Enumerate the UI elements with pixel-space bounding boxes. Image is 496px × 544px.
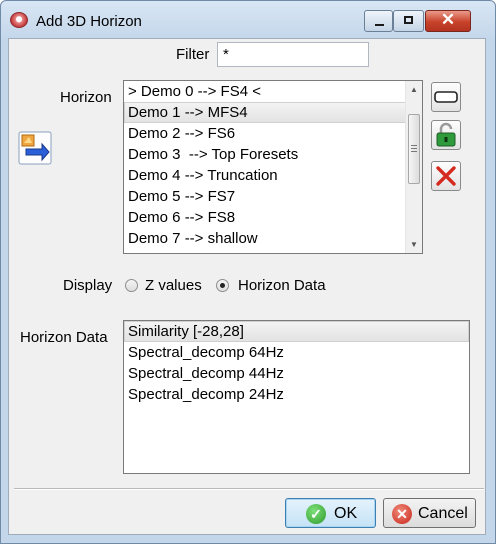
app-logo-icon [10, 12, 28, 28]
green-check-icon: ✓ [306, 504, 326, 524]
close-icon: ✕ [440, 10, 456, 29]
horizon-list-scrollbar[interactable]: ▲ ▼ [405, 81, 422, 253]
display-label: Display [63, 277, 113, 294]
horizon-data-list-item[interactable]: Spectral_decomp 64Hz [124, 342, 469, 363]
z-values-label[interactable]: Z values [145, 277, 202, 294]
horizon-data-list-item[interactable]: Spectral_decomp 24Hz [124, 384, 469, 405]
scroll-down-icon[interactable]: ▼ [406, 236, 422, 253]
remove-button[interactable] [431, 161, 461, 191]
horizon-data-list-item[interactable]: Similarity [-28,28] [124, 321, 469, 342]
horizon-list-item[interactable]: > Demo 0 --> FS4 < [124, 81, 422, 102]
filter-label: Filter [176, 46, 210, 63]
horizon-list-item[interactable]: Demo 2 --> FS6 [124, 123, 422, 144]
ok-label: OK [334, 505, 358, 522]
horizon-data-label: Horizon Data [20, 329, 108, 346]
scroll-up-icon[interactable]: ▲ [406, 81, 422, 98]
close-button[interactable]: ✕ [425, 10, 471, 32]
window-title: Add 3D Horizon [36, 13, 142, 30]
unlock-icon [436, 122, 456, 147]
horizon-list-item[interactable]: Demo 7 --> shallow [124, 228, 422, 249]
horizon-label: Horizon [60, 89, 112, 106]
z-values-radio[interactable] [125, 279, 138, 292]
red-x-icon [436, 166, 456, 186]
horizon-list-item[interactable]: Demo 5 --> FS7 [124, 186, 422, 207]
scroll-thumb[interactable] [408, 114, 420, 184]
horizon-data-list-item[interactable]: Spectral_decomp 44Hz [124, 363, 469, 384]
ok-button[interactable]: ✓ OK [285, 498, 376, 528]
separator [14, 488, 484, 490]
minimize-icon [375, 24, 384, 26]
cancel-button[interactable]: ✕ Cancel [383, 498, 476, 528]
unlock-button[interactable] [431, 120, 461, 150]
maximize-icon [404, 16, 413, 24]
rename-button[interactable] [431, 82, 461, 112]
horizon-list-item[interactable]: Demo 6 --> FS8 [124, 207, 422, 228]
cancel-label: Cancel [418, 505, 468, 522]
filter-input[interactable] [217, 42, 369, 67]
maximize-button[interactable] [393, 10, 424, 32]
minimize-button[interactable] [364, 10, 393, 32]
horizon-list-item[interactable]: Demo 3 --> Top Foresets [124, 144, 422, 165]
horizon-data-radio[interactable] [216, 279, 229, 292]
horizon-data-list[interactable]: Similarity [-28,28] Spectral_decomp 64Hz S… [123, 320, 470, 474]
red-x-circle-icon: ✕ [392, 504, 412, 524]
horizon-data-radio-label[interactable]: Horizon Data [238, 277, 326, 294]
horizon-list-item[interactable]: Demo 4 --> Truncation [124, 165, 422, 186]
transfer-button[interactable] [18, 131, 52, 165]
import-arrow-icon [18, 131, 52, 165]
title-bar[interactable]: Add 3D Horizon ✕ [0, 0, 496, 40]
horizon-list[interactable]: > Demo 0 --> FS4 < Demo 1 --> MFS4 Demo 2 … [123, 80, 423, 254]
rename-icon [434, 91, 458, 103]
horizon-list-item[interactable]: Demo 1 --> MFS4 [124, 102, 422, 123]
